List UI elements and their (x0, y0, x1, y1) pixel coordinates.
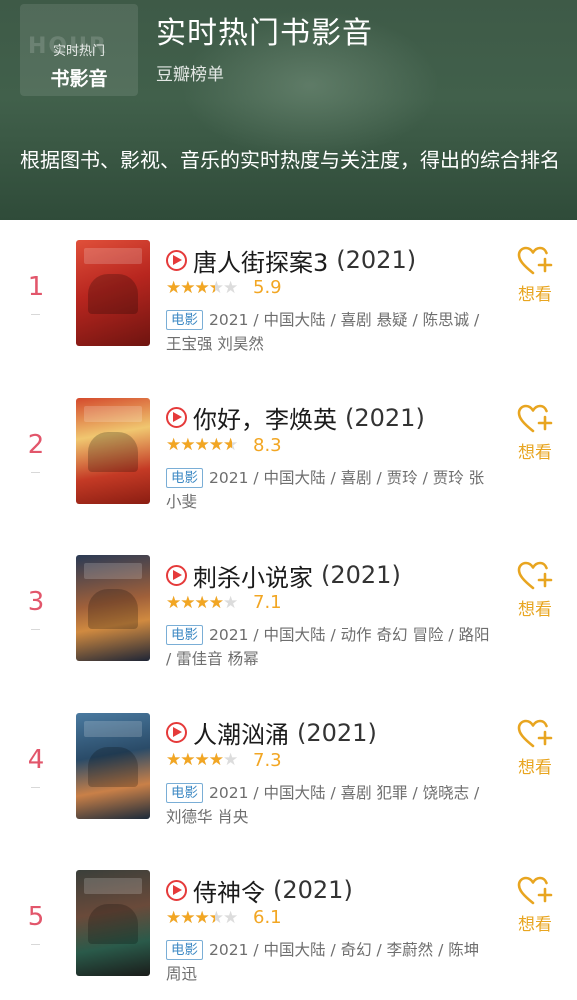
badge-label-bottom: 书影音 (50, 68, 108, 90)
movie-meta: 电影 2021 / 中国大陆 / 喜剧 悬疑 / 陈思诚 / 王宝强 刘昊然 (166, 308, 496, 356)
poster-image[interactable] (76, 397, 150, 504)
rating: ★★★★★★★★★★ 7.3 (166, 750, 282, 771)
play-icon (166, 249, 187, 271)
meta-text: 2021 / 中国大陆 / 奇幻 / 李蔚然 / 陈坤 周迅 (166, 941, 480, 983)
play-icon (166, 722, 187, 743)
poster-image[interactable] (76, 555, 150, 661)
rank-divider (31, 471, 40, 473)
heart-plus-icon (517, 561, 553, 590)
rating-score: 8.3 (253, 434, 282, 456)
poster-image[interactable] (76, 712, 150, 819)
want-label: 想看 (518, 285, 552, 305)
type-tag: 电影 (166, 782, 203, 803)
list-item[interactable]: 4 人潮汹涌 (2021) ★★★★★★★★★★ 7.3 电影2021 / 中国… (0, 693, 577, 851)
type-tag: 电影 (166, 310, 203, 330)
meta-text: 2021 / 中国大陆 / 喜剧 犯罪 / 饶晓志 / 刘德华 肖央 (166, 783, 480, 826)
movie-year: (2021) (321, 561, 401, 589)
movie-meta: 电影 2021 / 中国大陆 / 喜剧 犯罪 / 饶晓志 / 刘德华 肖央 (166, 781, 496, 829)
movie-year: (2021) (336, 246, 417, 274)
meta-text: 2021 / 中国大陆 / 喜剧 悬疑 / 陈思诚 / 王宝强 刘昊然 (166, 311, 480, 353)
rank-divider (31, 944, 40, 945)
star-rating: ★★★★★★★★★★ (166, 278, 238, 297)
meta-text: 2021 / 中国大陆 / 动作 奇幻 冒险 / 路阳 / 雷佳音 杨幂 (166, 626, 490, 668)
rating: ★★★★★★★★★★ 6.1 (166, 907, 282, 928)
type-tag: 电影 (166, 467, 203, 488)
movie-year: (2021) (297, 718, 377, 747)
movie-name: 人潮汹涌 (193, 721, 289, 749)
rating: ★★★★★★★★★★ 7.1 (166, 592, 282, 613)
list-item[interactable]: 1 唐人街探案3 (2021) ★★★★★★★★★★ 5.9 电影2021 / … (0, 220, 577, 378)
rating-score: 5.9 (253, 277, 282, 298)
heart-plus-icon (517, 404, 553, 432)
rank-number: 5 (27, 902, 45, 932)
play-icon (166, 879, 187, 901)
play-icon (166, 407, 187, 428)
want-label: 想看 (518, 600, 552, 620)
page-subtitle: 豆瓣榜单 (156, 65, 224, 85)
movie-title[interactable]: 刺杀小说家 (2021) (166, 557, 401, 593)
page-title: 实时热门书影音 (156, 16, 373, 51)
movie-name: 你好，李焕英 (193, 406, 337, 434)
list-item[interactable]: 3 刺杀小说家 (2021) ★★★★★★★★★★ 7.1 电影2021 / 中… (0, 535, 577, 693)
want-to-watch-button[interactable]: 想看 (512, 561, 558, 620)
movie-meta: 电影 2021 / 中国大陆 / 喜剧 / 贾玲 / 贾玲 张小斐 (166, 466, 496, 514)
ranking-list: 1 唐人街探案3 (2021) ★★★★★★★★★★ 5.9 电影2021 / … (0, 220, 577, 1000)
movie-name: 侍神令 (193, 878, 265, 907)
poster-image[interactable] (76, 870, 150, 976)
want-label: 想看 (518, 915, 552, 935)
movie-name: 唐人街探案3 (193, 248, 329, 277)
list-item[interactable]: 2 你好，李焕英 (2021) ★★★★★ ★★★★★ 8.3 电影 2021 / … (0, 378, 577, 536)
type-tag: 电影 (166, 940, 203, 960)
star-rating: ★★★★★★★★★★ (166, 593, 238, 612)
meta-text: 2021 / 中国大陆 / 喜剧 / 贾玲 / 贾玲 张小斐 (166, 468, 485, 511)
ranking-badge: HOUR 实时热门 书影音 (20, 4, 138, 96)
poster-image[interactable] (76, 240, 150, 346)
rank-number: 1 (27, 272, 45, 302)
want-label: 想看 (518, 442, 552, 463)
rank-divider (31, 314, 40, 315)
heart-plus-icon (517, 719, 553, 747)
want-to-watch-button[interactable]: 想看 (512, 719, 558, 778)
ranking-description: 根据图书、影视、音乐的实时热度与关注度，得出的综合排名 (20, 148, 560, 172)
ranking-header: HOUR 实时热门 书影音 实时热门书影音 豆瓣榜单 根据图书、影视、音乐的实时… (0, 0, 577, 220)
movie-year: (2021) (345, 403, 425, 432)
heart-plus-icon (517, 876, 553, 905)
rank-number: 2 (27, 429, 45, 460)
rank-divider (31, 786, 40, 788)
rank-number: 3 (27, 587, 45, 617)
heart-plus-icon (517, 246, 553, 275)
play-icon (166, 564, 187, 586)
star-rating: ★★★★★★★★★★ (166, 751, 238, 769)
rating-score: 6.1 (253, 907, 282, 928)
type-tag: 电影 (166, 625, 203, 645)
star-rating: ★★★★★★★★★★ (166, 908, 238, 927)
list-item[interactable]: 5 侍神令 (2021) ★★★★★★★★★★ 6.1 电影2021 / 中国大… (0, 850, 577, 1000)
rating: ★★★★★ ★★★★★ 8.3 (166, 435, 282, 456)
movie-title[interactable]: 你好，李焕英 (2021) (166, 400, 425, 436)
movie-title[interactable]: 侍神令 (2021) (166, 872, 353, 908)
movie-meta: 电影 2021 / 中国大陆 / 奇幻 / 李蔚然 / 陈坤 周迅 (166, 938, 496, 986)
rank-number: 4 (27, 744, 45, 775)
movie-title[interactable]: 人潮汹涌 (2021) (166, 715, 377, 751)
rank-divider (31, 629, 40, 630)
want-label: 想看 (518, 757, 552, 778)
movie-meta: 电影 2021 / 中国大陆 / 动作 奇幻 冒险 / 路阳 / 雷佳音 杨幂 (166, 623, 496, 671)
star-rating: ★★★★★★★★★★ (166, 436, 238, 454)
rating: ★★★★★★★★★★ 5.9 (166, 277, 282, 298)
movie-name: 刺杀小说家 (193, 563, 313, 592)
rating-score: 7.3 (253, 749, 282, 771)
movie-title[interactable]: 唐人街探案3 (2021) (166, 242, 416, 278)
rating-score: 7.1 (253, 592, 282, 613)
movie-year: (2021) (273, 876, 353, 904)
badge-label-top: 实时热门 (52, 44, 105, 59)
want-to-watch-button[interactable]: 想看 (512, 246, 558, 305)
want-to-watch-button[interactable]: 想看 (512, 404, 558, 463)
want-to-watch-button[interactable]: 想看 (512, 876, 558, 935)
